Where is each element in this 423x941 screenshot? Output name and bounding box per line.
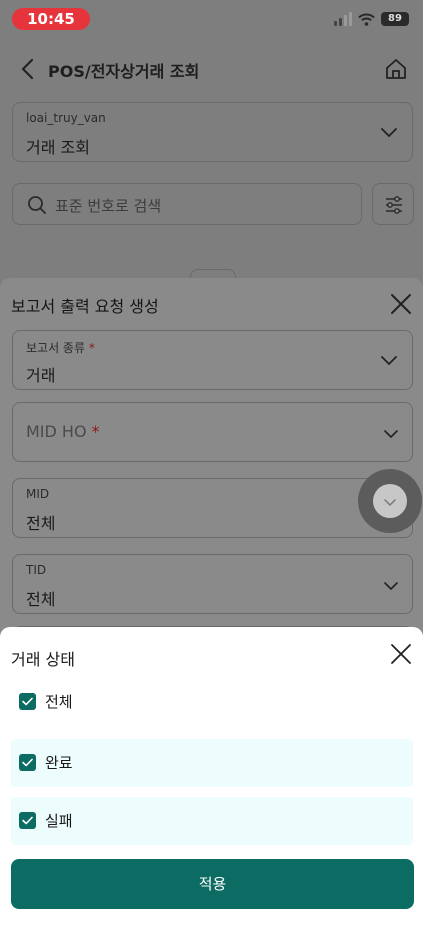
checkbox-checked-icon[interactable] xyxy=(19,754,36,771)
mid-ho-label: MID HO * xyxy=(26,422,100,441)
status-option-failed[interactable]: 실패 xyxy=(11,797,413,845)
transaction-status-sheet: 거래 상태 전체 완료 실패 적용 xyxy=(0,627,423,941)
status-bar: 10:45 89 xyxy=(0,0,423,44)
mid-select[interactable]: MID 전체 xyxy=(12,478,413,538)
chevron-down-icon xyxy=(384,499,396,507)
chevron-down-icon xyxy=(381,356,397,366)
search-input[interactable]: 표준 번호로 검색 xyxy=(12,183,362,225)
mid-value: 전체 xyxy=(26,514,56,533)
apply-button[interactable]: 적용 xyxy=(11,859,414,909)
status-option-all[interactable]: 전체 xyxy=(11,678,413,726)
status-sheet-title: 거래 상태 xyxy=(11,650,75,669)
option-label: 완료 xyxy=(45,754,73,772)
mid-label: MID xyxy=(26,487,50,501)
query-type-label: loai_truy_van xyxy=(26,111,106,125)
status-option-complete[interactable]: 완료 xyxy=(11,739,413,787)
system-icons: 89 xyxy=(334,12,409,26)
report-sheet-title: 보고서 출력 요청 생성 xyxy=(11,297,159,316)
nav-bar: POS/전자상거래 조회 xyxy=(0,46,423,92)
search-icon xyxy=(28,196,46,214)
option-label: 실패 xyxy=(45,812,73,830)
filter-sliders-icon xyxy=(386,196,402,214)
report-type-select[interactable]: 보고서 종류 * 거래 xyxy=(12,330,413,390)
close-icon[interactable] xyxy=(388,291,414,317)
checkbox-checked-icon[interactable] xyxy=(19,812,36,829)
battery-icon: 89 xyxy=(381,12,409,26)
tid-select[interactable]: TID 전체 xyxy=(12,554,413,614)
wifi-icon xyxy=(358,13,375,26)
checkbox-checked-icon[interactable] xyxy=(19,693,36,710)
touch-indicator-center xyxy=(373,484,407,518)
filter-button[interactable] xyxy=(372,183,414,225)
mid-ho-select[interactable]: MID HO * xyxy=(12,402,413,462)
report-type-value: 거래 xyxy=(26,366,56,385)
search-placeholder: 표준 번호로 검색 xyxy=(55,197,162,215)
close-icon[interactable] xyxy=(388,641,414,667)
query-type-value: 거래 조회 xyxy=(26,138,90,157)
query-type-select[interactable]: loai_truy_van 거래 조회 xyxy=(12,102,413,162)
status-time: 10:45 xyxy=(12,8,90,30)
report-type-label: 보고서 종류 * xyxy=(26,341,95,355)
option-label: 전체 xyxy=(45,693,73,711)
chevron-down-icon xyxy=(384,430,398,439)
chevron-down-icon xyxy=(381,128,397,138)
chevron-down-icon xyxy=(384,582,398,591)
tid-label: TID xyxy=(26,563,47,577)
tid-value: 전체 xyxy=(26,590,56,609)
home-icon[interactable] xyxy=(383,56,409,82)
back-arrow-icon[interactable] xyxy=(16,56,42,82)
page-title: POS/전자상거래 조회 xyxy=(48,62,200,81)
cellular-signal-icon xyxy=(334,12,352,26)
